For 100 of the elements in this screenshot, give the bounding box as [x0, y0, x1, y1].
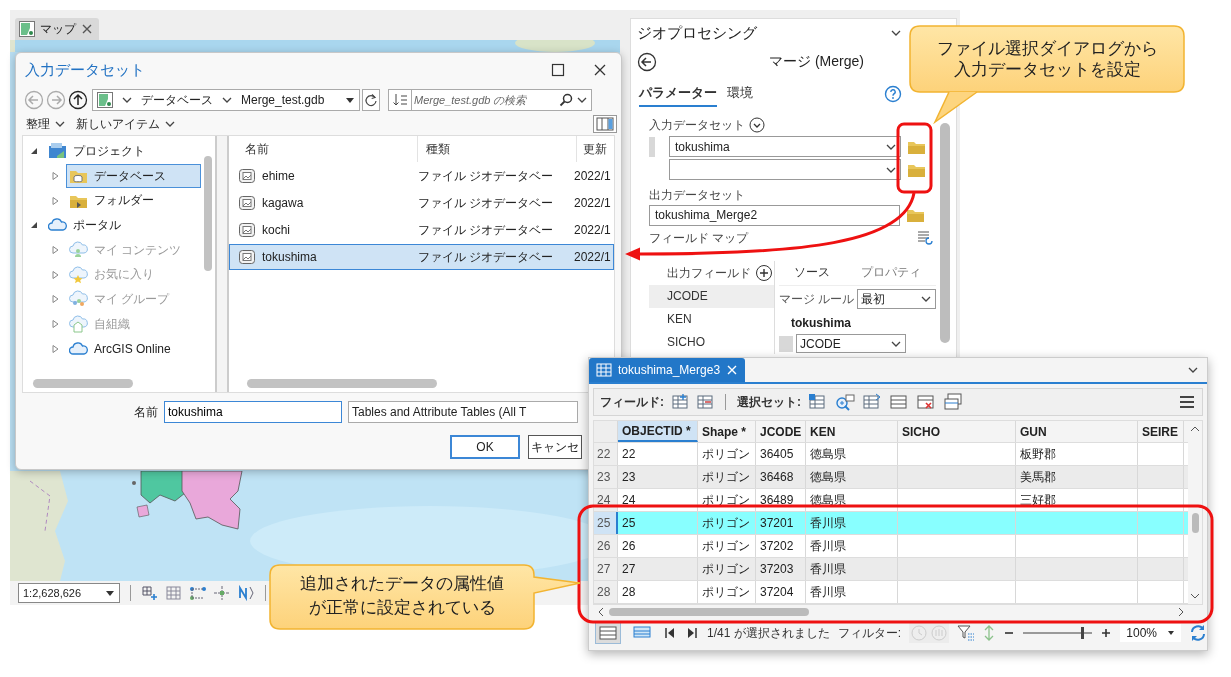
menu-icon[interactable] — [1178, 394, 1196, 410]
column-header[interactable]: JCODE — [756, 421, 806, 442]
tab[interactable]: 環境 — [727, 84, 753, 107]
address-bar[interactable]: データベース Merge_test.gdb — [92, 89, 360, 111]
list-reset-icon[interactable] — [916, 229, 934, 247]
copy-rows-icon[interactable] — [943, 393, 963, 411]
file-row[interactable]: kagawa ファイル ジオデータベー 2022/1 — [229, 190, 614, 216]
preview-pane-button[interactable] — [593, 115, 617, 133]
expander-icon[interactable] — [29, 220, 39, 231]
source-field-combo[interactable]: JCODE — [796, 334, 906, 353]
filter-icon[interactable] — [957, 624, 976, 642]
merge-rule-combo[interactable]: 最初 — [857, 289, 936, 309]
breadcrumb-item[interactable]: データベース — [141, 91, 213, 109]
ok-button[interactable]: OK — [450, 435, 520, 459]
tree-item[interactable]: ArcGIS Online — [66, 336, 201, 361]
scrollbar[interactable] — [1188, 421, 1202, 604]
dataset-combo[interactable]: tokushima — [669, 136, 901, 157]
row-number[interactable]: 22 — [594, 443, 618, 465]
column-header[interactable]: SEIRE — [1138, 421, 1184, 442]
help-icon[interactable] — [884, 85, 902, 103]
scroll-left-icon[interactable] — [597, 607, 605, 617]
scale-combo[interactable]: 1:2,628,626 — [18, 583, 120, 603]
name-field[interactable]: tokushima — [164, 401, 342, 423]
list-item[interactable]: SICHO — [649, 331, 774, 354]
column-header[interactable]: OBJECTID * — [618, 421, 698, 442]
row-number[interactable]: 28 — [594, 581, 618, 603]
scroll-up-icon[interactable] — [1190, 425, 1200, 433]
output-field[interactable]: tokushima_Merge2 — [649, 204, 900, 226]
column-header[interactable]: SICHO — [898, 421, 1016, 442]
guides-icon[interactable] — [213, 585, 231, 601]
add-field-icon[interactable] — [671, 393, 689, 411]
rows-icon[interactable] — [889, 393, 909, 411]
map-tab[interactable]: マップ — [15, 18, 99, 40]
first-record-icon[interactable] — [663, 626, 677, 640]
row-number[interactable]: 27 — [594, 558, 618, 580]
clear-selection-icon[interactable] — [916, 393, 936, 411]
list-item[interactable]: JCODE — [649, 285, 774, 308]
list-item[interactable]: KEN — [649, 308, 774, 331]
maximize-icon[interactable] — [551, 63, 565, 77]
table-tab[interactable]: tokushima_Merge3 — [589, 358, 746, 382]
tab[interactable]: パラメーター — [639, 84, 717, 107]
calculate-field-icon[interactable] — [696, 393, 714, 411]
close-icon[interactable] — [81, 23, 93, 35]
file-row[interactable]: tokushima ファイル ジオデータベー 2022/1 — [229, 244, 614, 270]
breadcrumb-item[interactable]: Merge_test.gdb — [241, 93, 325, 107]
column-header[interactable]: 名前 — [229, 140, 417, 158]
refresh-icon[interactable] — [1189, 624, 1207, 642]
table-cell: ポリゴン — [698, 512, 756, 534]
scrollbar-thumb[interactable] — [609, 608, 809, 616]
scrollbar[interactable] — [247, 379, 437, 388]
slider-thumb[interactable] — [1080, 627, 1084, 639]
close-icon[interactable] — [593, 63, 607, 77]
expander-icon[interactable] — [29, 146, 39, 157]
cancel-button[interactable]: キャンセ — [528, 435, 582, 459]
row-number[interactable]: 26 — [594, 535, 618, 557]
scroll-right-icon[interactable] — [1177, 607, 1185, 617]
file-row[interactable]: kochi ファイル ジオデータベー 2022/1 — [229, 217, 614, 243]
file-row[interactable]: ehime ファイル ジオデータベー 2022/1 — [229, 163, 614, 189]
zoom-to-selection-icon[interactable] — [835, 393, 855, 411]
menu-button[interactable]: 新しいアイテム — [76, 115, 176, 133]
scrollbar[interactable] — [33, 379, 133, 388]
tab[interactable]: プロパティ — [860, 263, 921, 283]
column-header[interactable]: KEN — [806, 421, 898, 442]
expand-icon[interactable] — [749, 117, 765, 133]
file-type-combo[interactable]: Tables and Attribute Tables (All T — [348, 401, 578, 423]
plus-icon[interactable] — [1100, 627, 1113, 639]
scrollbar-thumb[interactable] — [1191, 513, 1199, 533]
scrollbar[interactable] — [204, 156, 212, 271]
tree-item[interactable]: フォルダー — [66, 188, 201, 213]
column-header[interactable]: 種類 — [417, 136, 576, 162]
back-icon[interactable] — [637, 52, 657, 72]
add-icon[interactable] — [755, 264, 773, 282]
row-number[interactable]: 23 — [594, 466, 618, 488]
drag-handle[interactable] — [649, 136, 655, 157]
tab[interactable]: ソース — [794, 263, 831, 283]
switch-selection-icon[interactable] — [862, 393, 882, 411]
tree-item[interactable]: ポータル — [45, 213, 201, 238]
north-arrow-icon[interactable] — [237, 585, 255, 601]
caret-icon[interactable] — [345, 95, 355, 105]
refresh-button[interactable] — [362, 89, 380, 111]
grid-add-icon[interactable] — [141, 585, 159, 601]
column-header[interactable]: 更新 — [576, 136, 614, 162]
grid-icon[interactable] — [165, 585, 183, 601]
tree-item[interactable]: データベース — [66, 164, 201, 189]
dataset-combo[interactable] — [669, 159, 901, 180]
tree-item[interactable]: プロジェクト — [45, 139, 201, 164]
last-record-icon[interactable] — [685, 626, 699, 640]
zoom-combo[interactable]: 100% — [1120, 624, 1181, 642]
column-header[interactable]: Shape * — [698, 421, 756, 442]
corner-cell[interactable] — [594, 421, 618, 442]
menu-button[interactable]: 整理 — [26, 115, 66, 133]
column-header[interactable]: GUN — [1016, 421, 1138, 442]
drag-handle[interactable] — [779, 335, 793, 352]
scrollbar[interactable] — [940, 123, 950, 343]
row-number[interactable]: 25 — [594, 512, 618, 534]
snapping-icon[interactable] — [189, 585, 207, 601]
scroll-down-icon[interactable] — [1190, 592, 1200, 600]
select-by-attributes-icon[interactable] — [808, 393, 828, 411]
up-icon[interactable] — [68, 90, 88, 110]
table-view-button[interactable] — [595, 622, 621, 644]
